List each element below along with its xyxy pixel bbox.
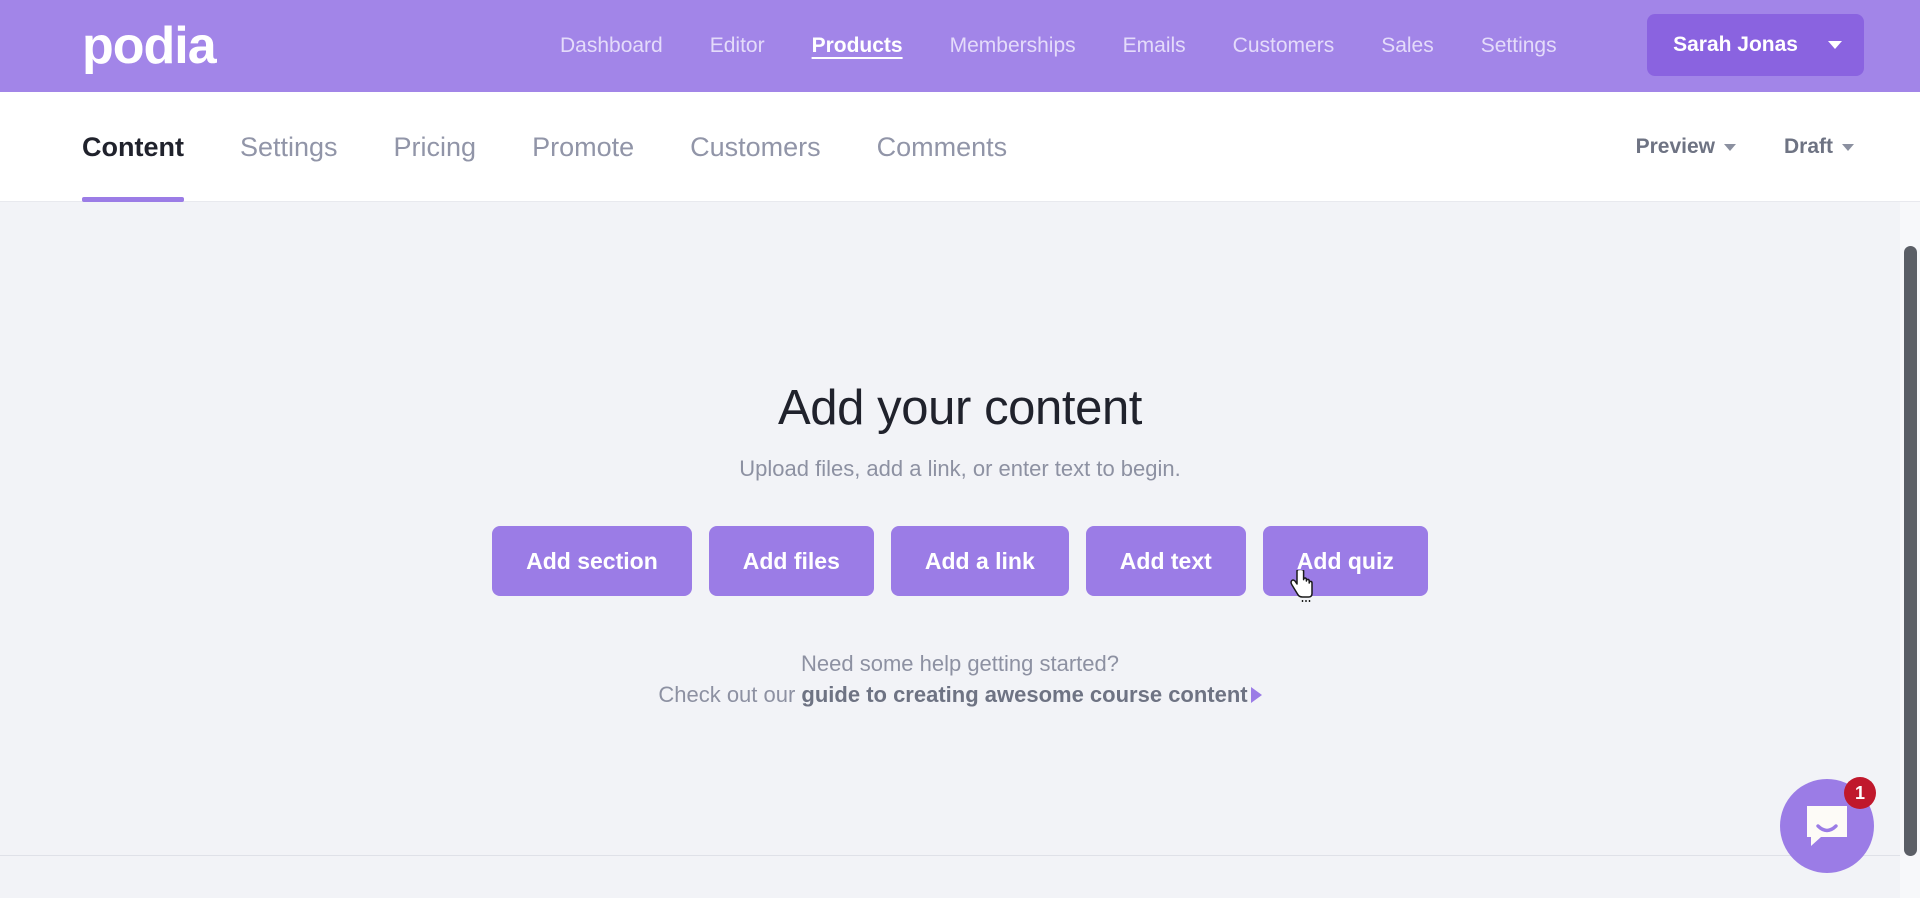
help-block: Need some help getting started? Check ou… [0,649,1920,710]
add-link-button[interactable]: Add a link [890,526,1069,596]
add-quiz-button[interactable]: Add quiz [1262,526,1428,596]
account-menu-button[interactable]: Sarah Jonas [1647,14,1864,76]
chevron-down-icon [1842,143,1854,151]
help-line: Check out our guide to creating awesome … [0,680,1920,710]
preview-label: Preview [1635,135,1715,158]
vertical-scrollbar[interactable] [1900,202,1920,898]
empty-state: Add your content Upload files, add a lin… [0,380,1920,710]
nav-link-customers[interactable]: Customers [1233,34,1335,58]
product-tab-bar: Content Settings Pricing Promote Custome… [0,92,1920,202]
content-area: Add your content Upload files, add a lin… [0,202,1920,855]
page-title: Add your content [777,381,1143,435]
product-actions: Preview Draft [1636,92,1854,202]
help-guide-link[interactable]: guide to creating awesome course content [801,682,1247,707]
intercom-unread-badge: 1 [1844,777,1876,809]
add-files-button[interactable]: Add files [708,526,874,596]
nav-link-editor[interactable]: Editor [710,34,765,58]
tab-comments[interactable]: Comments [877,92,1008,202]
chevron-down-icon [1828,41,1842,49]
tab-content-label: Content [82,131,184,162]
nav-link-emails[interactable]: Emails [1123,34,1186,58]
tab-customers[interactable]: Customers [690,92,821,202]
tab-settings[interactable]: Settings [240,92,338,202]
help-question: Need some help getting started? [801,651,1119,676]
below-fold-section [0,855,1920,898]
add-content-button-row: Add section Add files Add a link Add tex… [0,526,1920,596]
nav-link-dashboard[interactable]: Dashboard [560,34,663,58]
top-navigation-bar: podia Dashboard Editor Products Membersh… [0,0,1920,92]
add-section-button[interactable]: Add section [492,526,692,596]
help-prefix: Check out our [658,682,802,707]
nav-link-memberships[interactable]: Memberships [950,34,1076,58]
podia-logo[interactable]: podia [82,20,217,72]
nav-link-settings[interactable]: Settings [1481,34,1557,58]
tab-pricing[interactable]: Pricing [394,92,477,202]
scrollbar-thumb[interactable] [1904,246,1917,856]
play-triangle-icon [1250,687,1262,703]
intercom-launcher-button[interactable]: 1 [1780,777,1876,873]
tab-content[interactable]: Content [82,92,184,202]
add-text-button[interactable]: Add text [1085,526,1246,596]
chevron-down-icon [1723,143,1736,151]
chat-bubble-icon [1807,806,1847,846]
page-subtitle: Upload files, add a link, or enter text … [739,456,1181,481]
nav-link-sales[interactable]: Sales [1381,34,1434,58]
status-dropdown[interactable]: Draft [1784,135,1854,159]
tab-promote-label: Promote [532,131,635,162]
nav-link-products[interactable]: Products [812,34,903,58]
status-label: Draft [1783,135,1833,158]
tab-pricing-label: Pricing [393,131,477,162]
tab-settings-label: Settings [239,131,338,162]
tab-promote[interactable]: Promote [532,92,634,202]
primary-nav-links: Dashboard Editor Products Memberships Em… [560,0,1557,92]
account-name-label: Sarah Jonas [1673,33,1798,56]
product-tabs: Content Settings Pricing Promote Custome… [82,92,1007,202]
preview-dropdown[interactable]: Preview [1636,135,1736,159]
tab-customers-label: Customers [690,131,821,162]
tab-comments-label: Comments [876,131,1008,162]
